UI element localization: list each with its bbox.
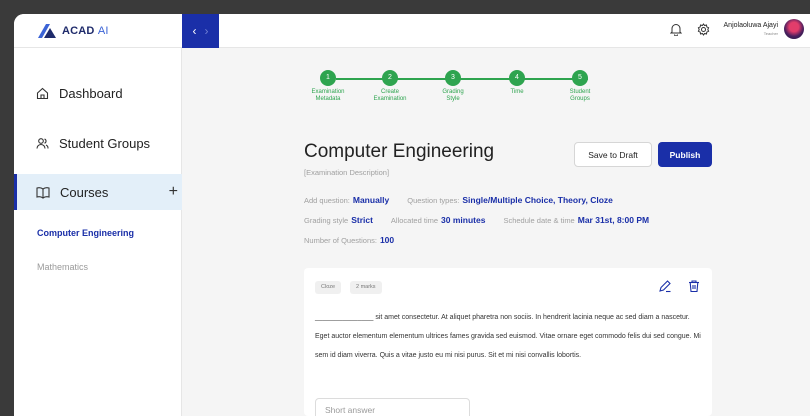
chevron-left-icon[interactable]: ‹ bbox=[193, 25, 197, 37]
meta-row-2: Grading style Strict Allocated time 30 minu… bbox=[304, 215, 650, 225]
stepper: 1 Examination Metadata 2 Create Examinatio… bbox=[311, 70, 605, 110]
short-answer-input[interactable]: Short answer bbox=[315, 398, 470, 416]
home-icon bbox=[36, 87, 49, 99]
allocated-time-value: 30 minutes bbox=[441, 215, 486, 225]
question-types-value: Single/Multiple Choice, Theory, Cloze bbox=[462, 195, 613, 205]
question-type-tag: Cloze bbox=[315, 281, 342, 294]
grading-style-value: Strict bbox=[351, 215, 373, 225]
top-bar: ACAD AI ‹ › Anjolaoluwa Ajayi Teacher bbox=[14, 14, 810, 48]
save-draft-button[interactable]: Save to Draft bbox=[574, 142, 652, 167]
logo-text: ACAD AI bbox=[62, 25, 109, 37]
sidebar-toggle[interactable]: ‹ › bbox=[182, 14, 219, 48]
num-questions-value: 100 bbox=[379, 235, 395, 245]
user-info[interactable]: Anjolaoluwa Ajayi Teacher bbox=[724, 22, 778, 36]
app-window: ACAD AI ‹ › Anjolaoluwa Ajayi Teacher Da… bbox=[14, 14, 810, 416]
add-question-value: Manually bbox=[352, 195, 390, 205]
acad-logo-icon bbox=[36, 22, 58, 40]
bell-icon[interactable] bbox=[668, 21, 684, 37]
sidebar-item-label: Dashboard bbox=[59, 85, 123, 101]
schedule-value: Mar 31st, 8:00 PM bbox=[577, 215, 650, 225]
meta-row-3: Number of Questions: 100 bbox=[304, 235, 395, 245]
sidebar-item-dashboard[interactable]: Dashboard bbox=[14, 75, 182, 111]
marks-tag: 2 marks bbox=[350, 281, 382, 294]
meta-row-1: Add question: Manually Question types: Sing… bbox=[304, 195, 613, 205]
edit-icon[interactable] bbox=[658, 279, 672, 293]
avatar[interactable] bbox=[784, 19, 804, 39]
gear-icon[interactable] bbox=[696, 21, 712, 37]
users-icon bbox=[36, 137, 49, 149]
step-1[interactable]: 1 Examination Metadata bbox=[303, 70, 353, 103]
user-role: Teacher bbox=[763, 31, 778, 36]
chevron-right-icon[interactable]: › bbox=[205, 25, 209, 37]
course-item-computer-engineering[interactable]: Computer Engineering bbox=[37, 228, 134, 238]
course-item-mathematics[interactable]: Mathematics bbox=[37, 262, 88, 272]
sidebar: Dashboard Student Groups Courses + Compu… bbox=[14, 48, 182, 416]
sidebar-item-student-groups[interactable]: Student Groups bbox=[14, 125, 182, 161]
step-2[interactable]: 2 Create Examination bbox=[365, 70, 415, 103]
book-icon bbox=[36, 186, 50, 199]
trash-icon[interactable] bbox=[687, 279, 701, 293]
sidebar-item-label: Student Groups bbox=[59, 135, 151, 151]
step-3[interactable]: 3 Grading Style bbox=[428, 70, 478, 103]
step-4[interactable]: 4 Time bbox=[492, 70, 542, 96]
sidebar-item-label: Courses bbox=[60, 184, 109, 200]
page-title: Computer Engineering bbox=[304, 141, 495, 162]
step-5[interactable]: 5 Student Groups bbox=[555, 70, 605, 103]
sidebar-item-courses[interactable]: Courses + bbox=[14, 174, 182, 210]
logo[interactable]: ACAD AI bbox=[36, 22, 109, 40]
question-card: Cloze 2 marks _______________ sit amet c… bbox=[304, 268, 712, 416]
user-name: Anjolaoluwa Ajayi bbox=[723, 22, 778, 29]
main-content: 1 Examination Metadata 2 Create Examinatio… bbox=[182, 48, 810, 416]
header-actions: Anjolaoluwa Ajayi Teacher bbox=[668, 19, 804, 39]
add-course-icon[interactable]: + bbox=[169, 183, 178, 201]
question-text: _______________ sit amet consectetur. At… bbox=[315, 314, 701, 359]
publish-button[interactable]: Publish bbox=[658, 142, 712, 167]
exam-description: [Examination Description] bbox=[304, 168, 390, 177]
